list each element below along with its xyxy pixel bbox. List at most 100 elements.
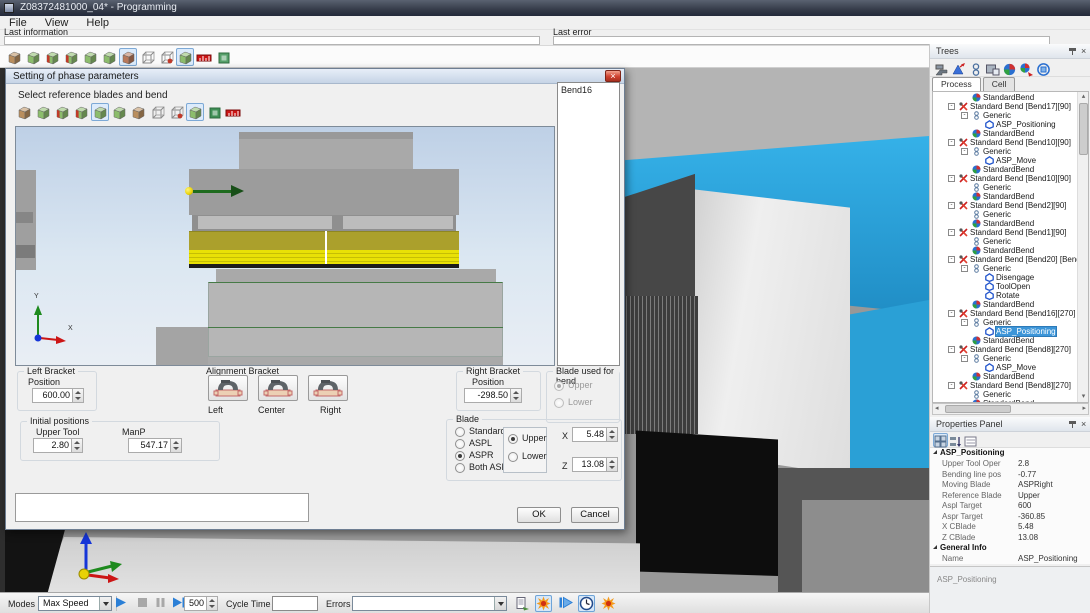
property-row[interactable]: NameASP_Positioning	[930, 554, 1090, 564]
tree-item[interactable]: ASP_Move	[933, 363, 1078, 372]
collision-detection-icon[interactable]	[535, 595, 552, 612]
property-row[interactable]: X CBlade5.48	[930, 522, 1090, 533]
tree-vertical-scrollbar[interactable]: ▴ ▾	[1077, 92, 1088, 402]
tree-item[interactable]: -Generic	[933, 147, 1078, 156]
properties-panel-header[interactable]: Properties Panel ×	[930, 417, 1090, 432]
manp-spinner[interactable]: 547.17	[128, 438, 182, 453]
property-row[interactable]: Z CBlade13.08	[930, 533, 1090, 544]
tree-item[interactable]: Generic	[933, 390, 1078, 399]
tree-item[interactable]: StandardBend	[933, 192, 1078, 201]
property-pages-icon[interactable]	[963, 433, 978, 447]
blade-z-spinner[interactable]: 13.08	[572, 457, 618, 472]
tab-cell[interactable]: Cell	[983, 77, 1016, 91]
blade-x-spinner[interactable]: 5.48	[572, 427, 618, 442]
sort-alphabetical-icon[interactable]	[948, 433, 963, 447]
shaded-view-green-icon[interactable]	[81, 48, 99, 66]
stop-button[interactable]	[134, 595, 151, 612]
expand-collapse-box[interactable]: -	[961, 355, 968, 362]
pin-icon[interactable]	[1069, 421, 1076, 428]
tree-item[interactable]: Rotate	[933, 291, 1078, 300]
bend-list[interactable]: Bend16	[557, 82, 620, 366]
close-icon[interactable]: ×	[1081, 417, 1086, 432]
spinner-arrows[interactable]	[71, 439, 82, 452]
expand-collapse-box[interactable]: -	[961, 265, 968, 272]
spinner-arrows[interactable]	[170, 439, 181, 452]
tree-item[interactable]: StandardBend	[933, 336, 1078, 345]
shaded-view-green2-icon[interactable]	[100, 48, 118, 66]
tree-item[interactable]: Generic	[933, 210, 1078, 219]
expand-collapse-box[interactable]: -	[961, 148, 968, 155]
spinner-arrows[interactable]	[606, 458, 617, 471]
tree-item[interactable]: StandardBend	[933, 372, 1078, 381]
collision-stop-icon[interactable]	[600, 595, 617, 612]
tree-item[interactable]: -Standard Bend [Bend20] [Bend21][2	[933, 255, 1078, 264]
property-row[interactable]: Aspl Target600	[930, 501, 1090, 512]
solid-view-tan-icon[interactable]	[5, 48, 23, 66]
expand-collapse-box[interactable]: -	[948, 310, 955, 317]
tooling-sphere-icon[interactable]	[1001, 60, 1018, 76]
cancel-button[interactable]: Cancel	[571, 507, 619, 523]
tree-item[interactable]: -Standard Bend [Bend17][90]	[933, 102, 1078, 111]
measure-ruler-icon[interactable]	[195, 48, 213, 66]
ok-button[interactable]: OK	[517, 507, 561, 523]
tree-item[interactable]: Generic	[933, 237, 1078, 246]
alignment-right-button[interactable]	[308, 375, 348, 401]
solid-view-green-icon[interactable]	[24, 48, 42, 66]
tree-item[interactable]: -Generic	[933, 354, 1078, 363]
tree-item[interactable]: StandardBend	[933, 129, 1078, 138]
tree-item[interactable]: -Standard Bend [Bend8][270]	[933, 345, 1078, 354]
trees-panel-header[interactable]: Trees ×	[930, 44, 1090, 59]
blade-preview-viewport[interactable]: Y X	[15, 126, 555, 366]
errors-select[interactable]	[352, 596, 507, 611]
alignment-center-button[interactable]	[258, 375, 298, 401]
section-view-icon[interactable]	[205, 103, 223, 121]
pin-icon[interactable]	[1069, 48, 1076, 55]
step-mode-icon[interactable]	[557, 595, 574, 612]
mode-select[interactable]: Max Speed	[38, 596, 112, 611]
scrollbar-thumb[interactable]	[945, 405, 1011, 413]
tree-item[interactable]: ASP_Positioning	[933, 327, 1078, 336]
wireframe-view-icon[interactable]	[138, 48, 156, 66]
dialog-message-box[interactable]	[15, 493, 309, 522]
solid-green-selected-icon[interactable]	[176, 48, 194, 66]
solid-view-tan-icon[interactable]	[15, 103, 33, 121]
menu-help[interactable]: Help	[77, 16, 118, 30]
expand-collapse-box[interactable]: -	[948, 382, 955, 389]
property-row[interactable]: Aspr Target-360.85	[930, 512, 1090, 523]
property-row[interactable]: Moving BladeASPRight	[930, 480, 1090, 491]
dialog-titlebar[interactable]: Setting of phase parameters	[6, 69, 624, 84]
cycle-clock-icon[interactable]	[578, 595, 595, 612]
tree-item[interactable]: -Standard Bend [Bend1][90]	[933, 228, 1078, 237]
alignment-left-button[interactable]	[208, 375, 248, 401]
right-bracket-position-spinner[interactable]: -298.50	[464, 388, 522, 403]
play-button[interactable]	[112, 595, 129, 612]
blade-side-upper-radio[interactable]: Upper	[508, 433, 547, 451]
tree-item[interactable]: -Standard Bend [Bend16][270]	[933, 309, 1078, 318]
tree-item[interactable]: -Standard Bend [Bend8][270]	[933, 381, 1078, 390]
solid-view-tan2-icon[interactable]	[129, 103, 147, 121]
part-flag-icon[interactable]	[950, 60, 967, 76]
tree-item[interactable]: -Standard Bend [Bend2][90]	[933, 201, 1078, 210]
dialog-close-button[interactable]: ×	[605, 70, 621, 82]
bend-list-item[interactable]: Bend16	[558, 83, 619, 95]
property-row[interactable]: Upper Tool Oper2.8	[930, 459, 1090, 470]
property-row[interactable]: Bending line pos-0.77	[930, 470, 1090, 481]
solid-red-face-icon[interactable]	[72, 103, 90, 121]
tree-item[interactable]: ASP_Move	[933, 156, 1078, 165]
window-titlebar[interactable]: Z08372481000_04* - Programming	[0, 0, 1090, 16]
tree-item[interactable]: StandardBend	[933, 246, 1078, 255]
last-information-field[interactable]	[4, 36, 540, 45]
solid-red-edge-icon[interactable]	[43, 48, 61, 66]
solid-red-edge-icon[interactable]	[53, 103, 71, 121]
tree-item[interactable]: StandardBend	[933, 165, 1078, 174]
solid-green-selected-icon[interactable]	[91, 103, 109, 121]
solid-view-green-icon[interactable]	[34, 103, 52, 121]
blade-type-aspr-radio[interactable]: ASPR	[455, 450, 508, 462]
blade-type-both-asp-radio[interactable]: Both ASP	[455, 462, 508, 474]
report-icon[interactable]	[514, 595, 531, 612]
property-row[interactable]: Reference BladeUpper	[930, 491, 1090, 502]
tree-item[interactable]: Generic	[933, 183, 1078, 192]
section-view-icon[interactable]	[214, 48, 232, 66]
solid-red-face-icon[interactable]	[62, 48, 80, 66]
tree-horizontal-scrollbar[interactable]: ◂ ▸	[932, 403, 1089, 415]
